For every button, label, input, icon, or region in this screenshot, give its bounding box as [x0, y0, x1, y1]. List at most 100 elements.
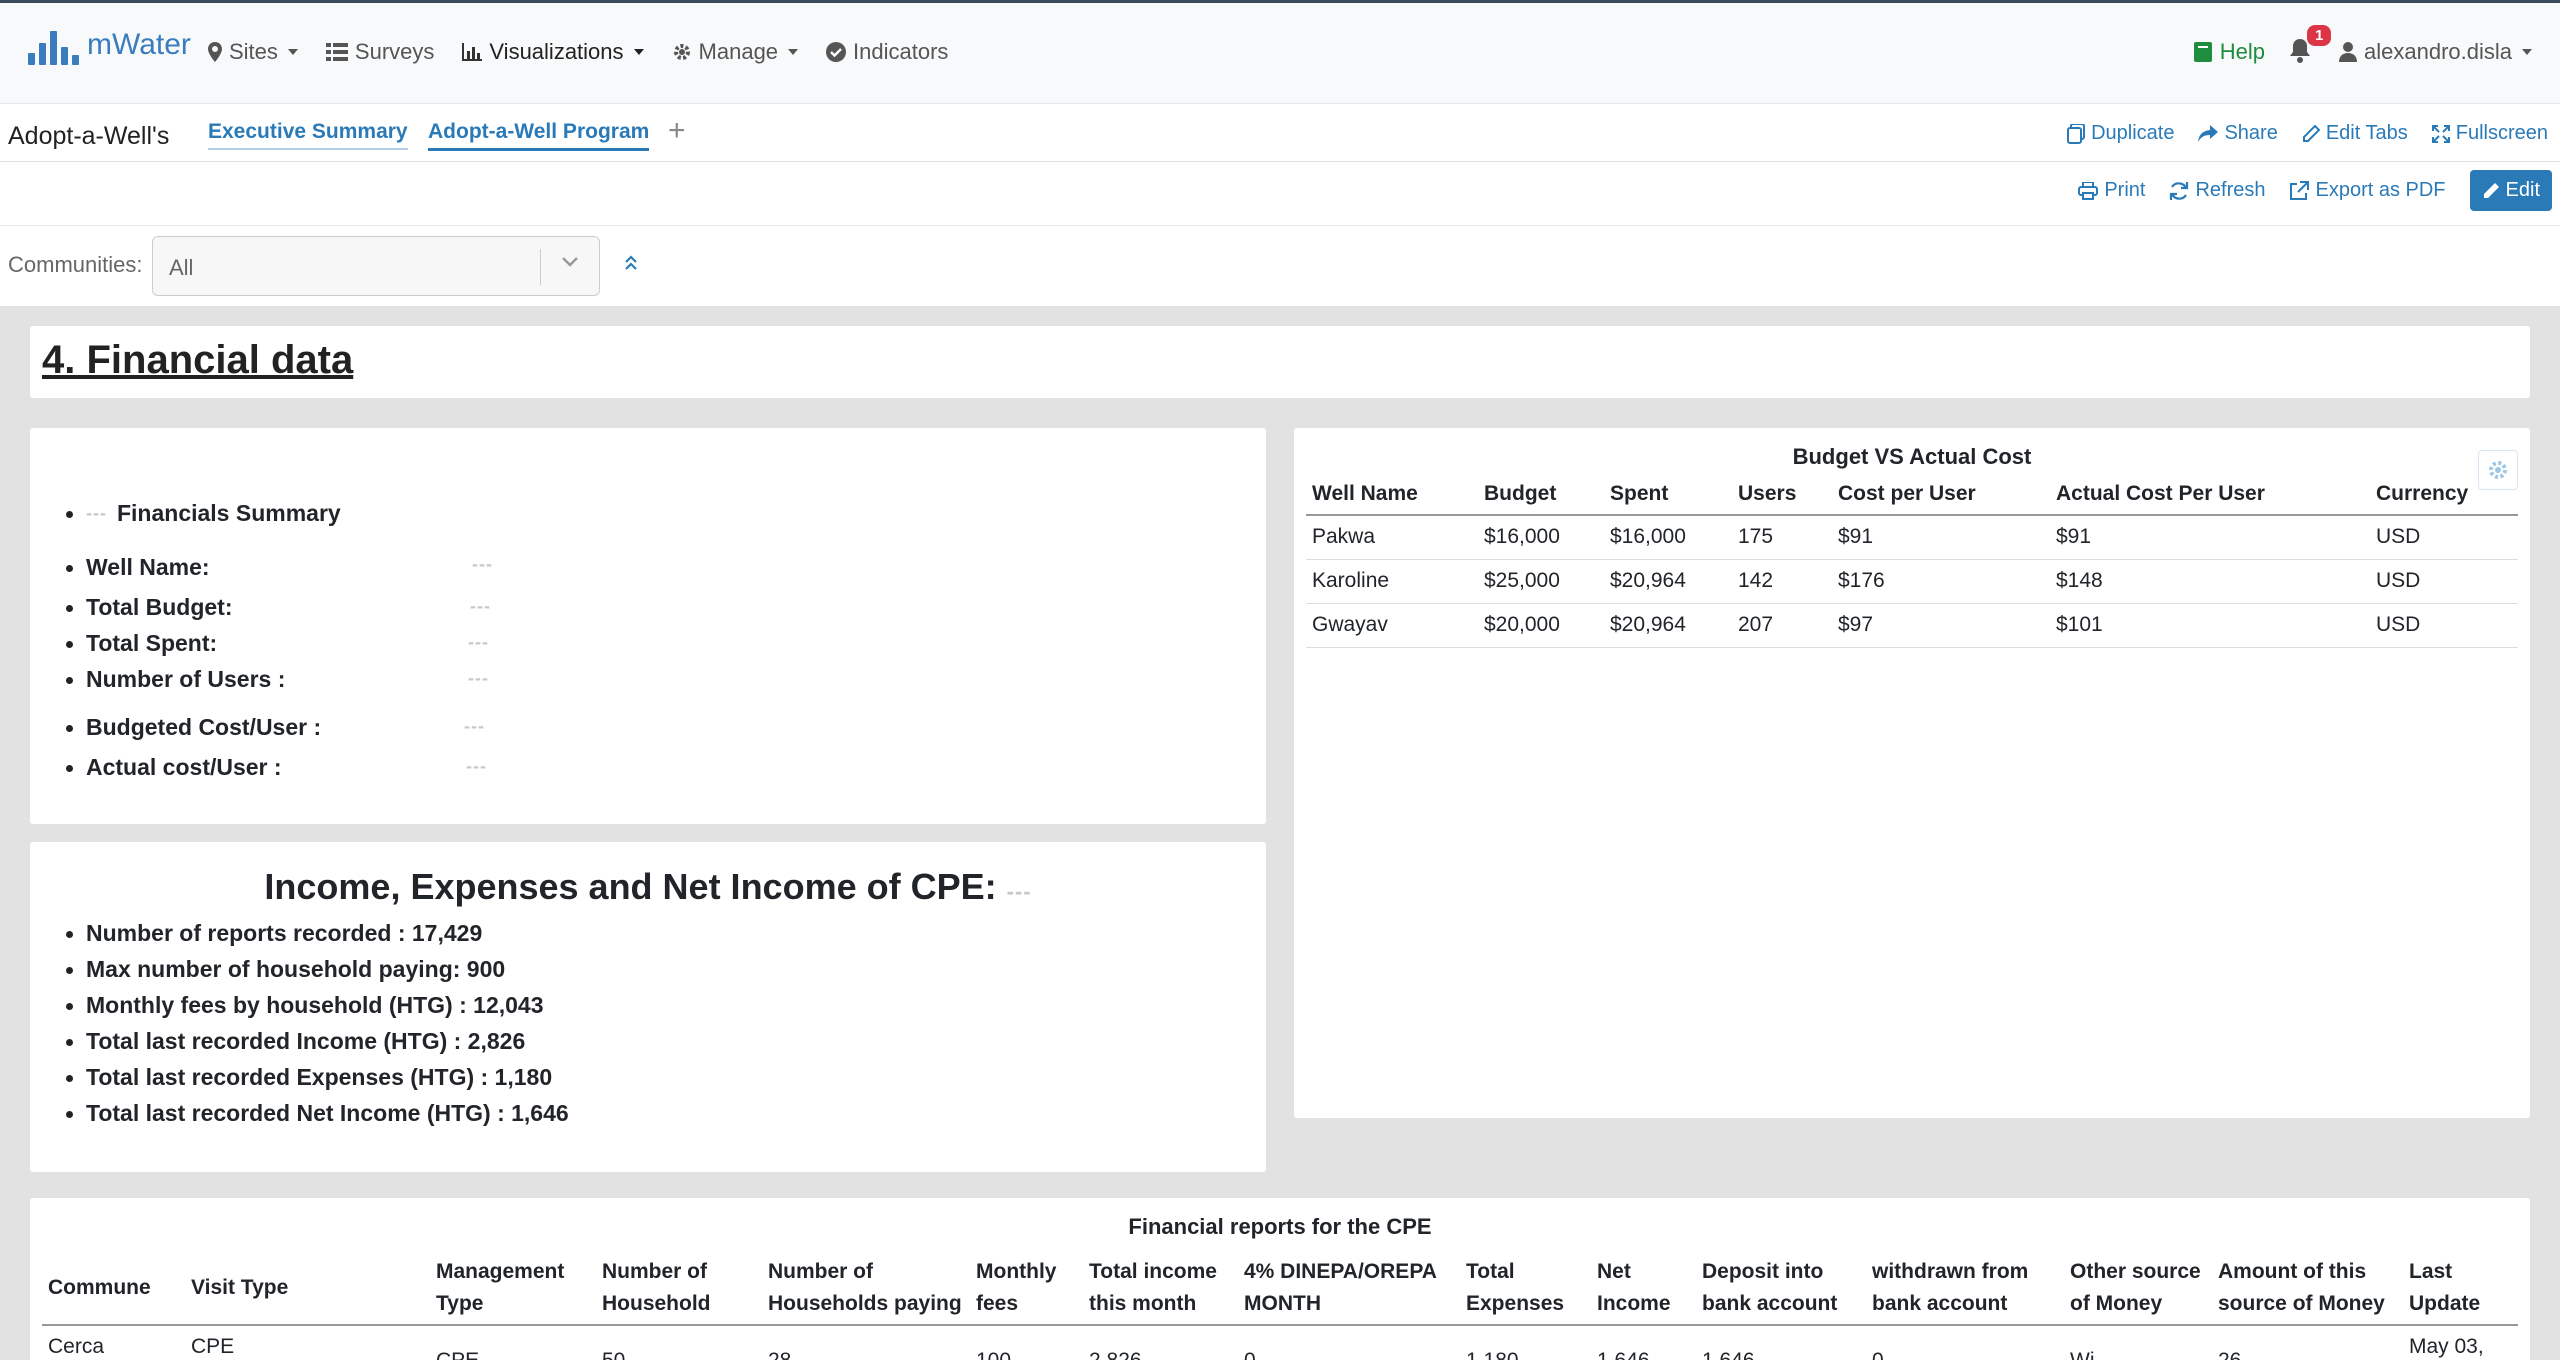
list-item: Monthly fees by household (HTG) : 12,043	[66, 992, 544, 1019]
select-separator	[540, 249, 541, 285]
edit-tabs-button[interactable]: Edit Tabs	[2302, 122, 2408, 145]
export-pdf-label: Export as PDF	[2315, 179, 2446, 201]
nav-surveys[interactable]: Surveys	[325, 39, 435, 65]
table-cell: 0	[1866, 1325, 2064, 1360]
column-header[interactable]: Management Type	[430, 1252, 596, 1326]
income-title-label: Income, Expenses and Net Income of CPE:	[264, 866, 997, 907]
financials-summary-widget: --- Financials Summary Well Name: --- To…	[30, 428, 1266, 824]
column-header[interactable]: Users	[1732, 474, 1832, 516]
list-item: Budgeted Cost/User :	[66, 714, 322, 741]
column-header[interactable]: Monthly fees	[970, 1252, 1083, 1326]
duplicate-button[interactable]: Duplicate	[2067, 122, 2174, 145]
income-item-text: Total last recorded Expenses (HTG) : 1,1…	[86, 1064, 553, 1090]
user-name: alexandro.disla	[2364, 39, 2512, 64]
help-link[interactable]: Help	[2193, 39, 2265, 65]
expand-icon	[2431, 124, 2450, 143]
column-header[interactable]: Net Income	[1591, 1252, 1696, 1326]
nav-visualizations[interactable]: Visualizations	[462, 39, 644, 65]
brand-logo[interactable]: mWater	[28, 25, 191, 65]
financial-reports-table: Commune Visit Type Management Type Numbe…	[42, 1252, 2518, 1360]
table-cell: $91	[2050, 515, 2370, 560]
nav-manage-label: Manage	[698, 39, 779, 64]
column-header[interactable]: 4% DINEPA/OREPA MONTH	[1238, 1252, 1460, 1326]
table-cell: $16,000	[1478, 515, 1604, 560]
financials-summary-title: --- Financials Summary	[66, 500, 341, 527]
edit-button[interactable]: Edit	[2469, 170, 2552, 211]
field-label: Number of Users :	[86, 666, 286, 692]
column-header[interactable]: Total Expenses	[1460, 1252, 1591, 1326]
table-cell: 2,826	[1083, 1325, 1238, 1360]
notifications-button[interactable]: 1	[2289, 25, 2332, 65]
export-pdf-button[interactable]: Export as PDF	[2289, 179, 2446, 202]
share-button[interactable]: Share	[2198, 122, 2278, 145]
table-cell: $16,000	[1604, 515, 1732, 560]
column-header[interactable]: Actual Cost Per User	[2050, 474, 2370, 516]
nav-surveys-label: Surveys	[354, 39, 435, 64]
tab-adopt-a-well-program[interactable]: Adopt-a-Well Program	[428, 120, 650, 151]
fullscreen-button[interactable]: Fullscreen	[2431, 122, 2548, 145]
nav-indicators-label: Indicators	[853, 39, 949, 64]
tab-executive-summary[interactable]: Executive Summary	[208, 120, 408, 150]
list-item: Total last recorded Income (HTG) : 2,826	[66, 1028, 525, 1055]
table-cell: 207	[1732, 603, 1832, 648]
table-cell: USD	[2370, 515, 2518, 560]
field-label: Actual cost/User :	[86, 754, 282, 780]
income-item-text: Total last recorded Net Income (HTG) : 1…	[86, 1100, 569, 1126]
column-header[interactable]: withdrawn from bank account	[1866, 1252, 2064, 1326]
collapse-filters-icon[interactable]	[624, 254, 638, 277]
nav-indicators[interactable]: Indicators	[826, 39, 948, 65]
column-header[interactable]: Well Name	[1306, 474, 1478, 516]
column-header[interactable]: Other source of Money	[2064, 1252, 2212, 1326]
income-item-text: Max number of household paying: 900	[86, 956, 506, 982]
field-label: Budgeted Cost/User :	[86, 714, 322, 740]
section-heading-widget: 4. Financial data	[30, 326, 2530, 398]
column-header[interactable]: Cost per User	[1832, 474, 2050, 516]
nav-sites[interactable]: Sites	[208, 39, 298, 65]
column-header[interactable]: Amount of this source of Money	[2212, 1252, 2403, 1326]
income-title: Income, Expenses and Net Income of CPE: …	[30, 866, 1266, 908]
column-header[interactable]: Total income this month	[1083, 1252, 1238, 1326]
placeholder-value: ---	[470, 596, 491, 616]
income-item-text: Monthly fees by household (HTG) : 12,043	[86, 992, 544, 1018]
table-cell: 26	[2212, 1325, 2403, 1360]
column-header[interactable]: Number of Household	[596, 1252, 762, 1326]
column-header[interactable]: Spent	[1604, 474, 1732, 516]
table-cell: Gwayav	[1306, 603, 1478, 648]
dashboard-canvas: 4. Financial data --- Financials Summary…	[0, 306, 2560, 1360]
placeholder-value: ---	[464, 716, 485, 736]
column-header[interactable]: Budget	[1478, 474, 1604, 516]
fullscreen-label: Fullscreen	[2455, 122, 2548, 144]
field-label: Total Spent:	[86, 630, 218, 656]
chevron-down-icon	[633, 49, 644, 55]
table-cell: USD	[2370, 603, 2518, 648]
column-header[interactable]: Commune	[42, 1252, 185, 1326]
column-header[interactable]: Currency	[2370, 474, 2518, 516]
table-row: Gwayav $20,000 $20,964 207 $97 $101 USD	[1306, 603, 2518, 648]
user-icon	[2339, 42, 2358, 62]
filter-bar: Communities: All	[0, 226, 2560, 306]
chevron-down-icon	[561, 255, 579, 273]
budget-table: Well Name Budget Spent Users Cost per Us…	[1306, 474, 2518, 648]
placeholder-value: ---	[86, 503, 107, 523]
column-header[interactable]: Deposit into bank account	[1696, 1252, 1866, 1326]
income-expenses-widget: Income, Expenses and Net Income of CPE: …	[30, 842, 1266, 1172]
share-label: Share	[2224, 122, 2278, 144]
table-header-row: Commune Visit Type Management Type Numbe…	[42, 1252, 2518, 1326]
table-row: Karoline $25,000 $20,964 142 $176 $148 USD	[1306, 559, 2518, 604]
refresh-button[interactable]: Refresh	[2169, 179, 2265, 202]
table-cell: 28	[762, 1325, 970, 1360]
communities-select[interactable]: All	[152, 236, 600, 296]
table-cell: Wi	[2064, 1325, 2212, 1360]
add-tab-button[interactable]: +	[668, 114, 686, 148]
placeholder-value: ---	[468, 632, 489, 652]
column-header[interactable]: Last Update	[2403, 1252, 2518, 1326]
column-header[interactable]: Visit Type	[185, 1252, 430, 1326]
print-button[interactable]: Print	[2078, 179, 2145, 202]
table-cell: 1,646	[1696, 1325, 1866, 1360]
budget-vs-actual-widget: Budget VS Actual Cost Well Name Budget S…	[1294, 428, 2530, 1118]
nav-manage[interactable]: Manage	[672, 39, 799, 65]
list-item: Number of Users :	[66, 666, 286, 693]
user-menu[interactable]: alexandro.disla	[2339, 39, 2532, 65]
column-header[interactable]: Number of Households paying	[762, 1252, 970, 1326]
table-cell: 100	[970, 1325, 1083, 1360]
